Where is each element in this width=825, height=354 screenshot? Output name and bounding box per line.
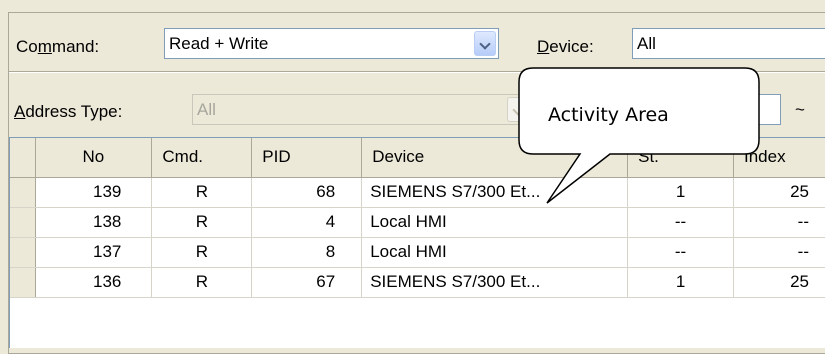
address-type-label: Address Type: — [14, 102, 122, 122]
cell-no: 137 — [36, 237, 152, 267]
cell-cmd: R — [152, 237, 252, 267]
cell-pid: 68 — [252, 177, 362, 207]
command-label: Command: — [16, 37, 99, 57]
row-selector[interactable] — [10, 237, 36, 267]
device-select[interactable]: All — [632, 28, 825, 59]
address-type-select-value: All — [197, 100, 216, 119]
cell-pid: 67 — [252, 267, 362, 297]
filter-divider — [9, 71, 825, 73]
cell-pid: 4 — [252, 207, 362, 237]
command-select[interactable]: Read + Write — [164, 28, 499, 59]
table-row[interactable]: 136 R 67 SIEMENS S7/300 Et... 1 25 — [10, 267, 825, 297]
cell-index: 25 — [734, 267, 825, 297]
cell-device: SIEMENS S7/300 Et... — [362, 177, 628, 207]
table-row[interactable]: 137 R 8 Local HMI -- -- — [10, 237, 825, 267]
cell-cmd: R — [152, 177, 252, 207]
range-separator: ~ — [795, 100, 805, 120]
cell-device: Local HMI — [362, 237, 628, 267]
row-selector-header — [10, 138, 36, 177]
cell-index: -- — [734, 237, 825, 267]
table-row[interactable]: 139 R 68 SIEMENS S7/300 Et... 1 25 — [10, 177, 825, 207]
column-header-st[interactable]: St. — [628, 138, 734, 177]
column-header-pid[interactable]: PID — [252, 138, 362, 177]
cell-no: 138 — [36, 207, 152, 237]
cell-no: 139 — [36, 177, 152, 207]
chevron-down-icon[interactable] — [474, 31, 496, 56]
cell-cmd: R — [152, 267, 252, 297]
cell-st: 1 — [628, 177, 734, 207]
column-header-device[interactable]: Device — [362, 138, 628, 177]
cell-st: 1 — [628, 267, 734, 297]
cell-index: 25 — [734, 177, 825, 207]
cell-st: -- — [628, 237, 734, 267]
device-select-value: All — [637, 34, 656, 53]
column-header-index[interactable]: Index — [734, 138, 825, 177]
cell-device: SIEMENS S7/300 Et... — [362, 267, 628, 297]
table-header-row: No Cmd. PID Device St. Index — [10, 138, 825, 177]
column-header-cmd[interactable]: Cmd. — [152, 138, 252, 177]
cell-st: -- — [628, 207, 734, 237]
cell-device: Local HMI — [362, 207, 628, 237]
column-header-no[interactable]: No — [36, 138, 152, 177]
device-label: Device: — [537, 37, 594, 57]
activity-table: No Cmd. PID Device St. Index 139 R 68 SI… — [9, 137, 825, 348]
range-input[interactable] — [745, 94, 781, 125]
row-selector[interactable] — [10, 207, 36, 237]
command-select-value: Read + Write — [169, 34, 268, 53]
cell-no: 136 — [36, 267, 152, 297]
row-selector[interactable] — [10, 177, 36, 207]
cell-pid: 8 — [252, 237, 362, 267]
table-row[interactable]: 138 R 4 Local HMI -- -- — [10, 207, 825, 237]
chevron-down-icon — [507, 97, 529, 122]
row-selector[interactable] — [10, 267, 36, 297]
cell-cmd: R — [152, 207, 252, 237]
address-type-select[interactable]: All — [192, 94, 532, 125]
cell-index: -- — [734, 207, 825, 237]
